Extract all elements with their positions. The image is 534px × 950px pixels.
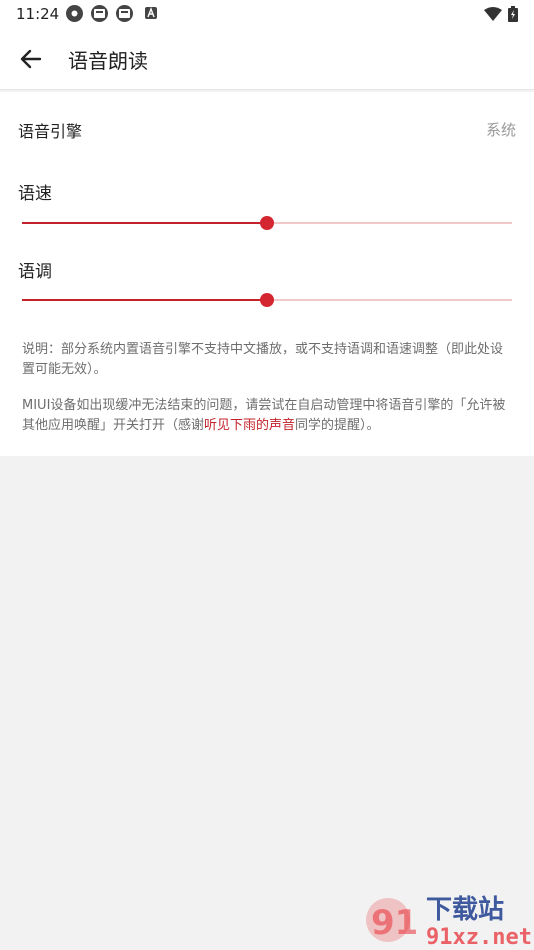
app-notification-icon <box>116 5 133 22</box>
note-explanation: 说明：部分系统内置语音引擎不支持中文播放，或不支持语调和语速调整（即此处设置可能… <box>22 342 504 377</box>
app-notification-icon <box>91 5 108 22</box>
pitch-label: 语调 <box>18 262 52 282</box>
voice-engine-label: 语音引擎 <box>18 122 83 141</box>
app-bar: 语音朗读 <box>0 28 534 90</box>
speech-rate-label: 语速 <box>18 184 52 204</box>
wifi-icon <box>484 7 502 21</box>
note-miui-text-end: 同学的提醒）。 <box>295 418 380 433</box>
svg-text:91xz.net: 91xz.net <box>426 925 532 950</box>
watermark-logo: 91 下载站 91xz.net <box>362 890 534 950</box>
letter-a-icon <box>145 7 157 19</box>
page-title: 语音朗读 <box>68 49 148 73</box>
speech-rate-slider[interactable] <box>22 213 512 233</box>
pitch-slider[interactable] <box>22 290 512 310</box>
status-system-icons <box>484 6 518 22</box>
status-time: 11:24 <box>16 5 60 23</box>
arrow-left-icon[interactable] <box>18 46 44 72</box>
voice-engine-row[interactable]: 语音引擎 系统 <box>0 106 534 154</box>
aperture-icon <box>66 5 83 22</box>
svg-text:下载站: 下载站 <box>426 895 504 925</box>
slider-track-fill <box>22 299 267 301</box>
settings-panel: 语音引擎 系统 语速 语调 说明：部分系统内置语音引擎不支持中文播放，或不支持语… <box>0 92 534 456</box>
battery-icon <box>508 6 518 22</box>
status-notification-icons <box>66 5 157 22</box>
status-bar: 11:24 <box>0 0 534 28</box>
voice-engine-value: 系统 <box>485 121 516 139</box>
note-thanks-link[interactable]: 听见下雨的声音 <box>204 418 295 433</box>
slider-thumb[interactable] <box>260 216 274 230</box>
slider-track-fill <box>22 222 267 224</box>
slider-thumb[interactable] <box>260 293 274 307</box>
svg-text:91: 91 <box>371 903 418 943</box>
note-miui: MIUI设备如出现缓冲无法结束的问题，请尝试在自启动管理中将语音引擎的「允许被其… <box>22 396 514 436</box>
